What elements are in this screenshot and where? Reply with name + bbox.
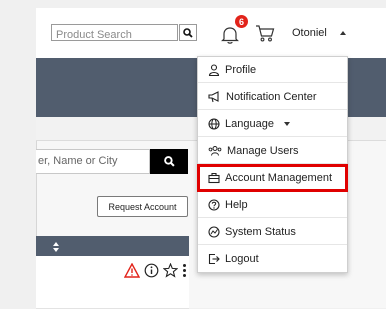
request-account-button[interactable]: Request Account [97,196,188,217]
filter-search-button[interactable] [150,149,188,174]
notification-count-badge: 6 [235,15,248,28]
person-icon [208,63,220,76]
menu-item-help[interactable]: Help [198,192,347,218]
more-options-icon[interactable] [182,263,187,278]
user-dropdown-menu: Profile Notification Center Language Man… [197,56,348,273]
menu-item-notification-center[interactable]: Notification Center [198,84,347,110]
briefcase-icon [208,172,220,183]
user-menu-toggle[interactable]: Otoniel [292,27,327,39]
menu-item-system-status[interactable]: System Status [198,219,347,245]
customer-filter-input[interactable]: er, Name or City [36,149,150,174]
globe-icon [208,117,220,130]
search-icon [183,27,193,38]
info-icon[interactable] [144,263,159,278]
product-search-button[interactable] [179,24,197,41]
menu-item-label: Account Management [225,171,333,184]
menu-item-label: Manage Users [227,144,299,157]
search-icon [163,156,175,167]
menu-item-label: Language [225,117,274,130]
status-icon [208,225,220,238]
product-search-input[interactable] [52,27,182,43]
megaphone-icon [208,90,219,102]
sort-icon[interactable] [52,242,60,252]
menu-item-language[interactable]: Language [198,111,347,137]
menu-item-account-management[interactable]: Account Management [197,164,348,192]
caret-down-icon [283,121,290,126]
menu-item-label: Help [225,198,248,211]
question-icon [208,198,220,211]
warning-icon[interactable] [124,263,140,278]
menu-item-label: Profile [225,63,257,76]
row-action-icons [124,263,187,278]
product-search-field[interactable] [51,24,182,43]
menu-item-label: Notification Center [226,90,317,103]
menu-item-label: System Status [225,225,296,238]
menu-item-manage-users[interactable]: Manage Users [198,138,347,164]
star-icon[interactable] [163,263,178,278]
menu-item-profile[interactable]: Profile [198,57,347,83]
cart-icon[interactable] [255,24,275,43]
logout-icon [208,253,220,265]
bell-icon[interactable] [221,25,239,45]
menu-item-logout[interactable]: Logout [198,246,347,272]
users-icon [208,145,222,156]
caret-up-icon[interactable] [340,31,346,35]
menu-item-label: Logout [225,253,259,265]
